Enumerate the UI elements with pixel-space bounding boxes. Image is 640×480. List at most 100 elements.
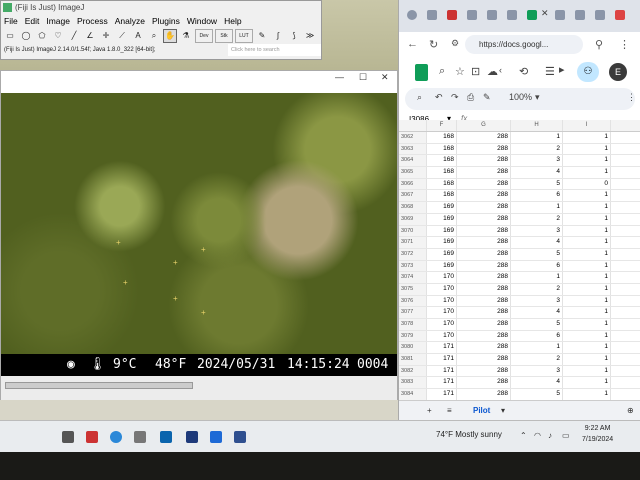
- polygon-tool-icon[interactable]: ⬠: [35, 29, 49, 43]
- cell-h[interactable]: 2: [511, 354, 563, 365]
- cell-i[interactable]: 1: [563, 389, 611, 400]
- cell-f[interactable]: 169: [427, 213, 457, 225]
- tab-icon[interactable]: [507, 10, 517, 20]
- cell-f[interactable]: 171: [427, 365, 457, 377]
- menu-plugins[interactable]: Plugins: [152, 14, 180, 28]
- cell-h[interactable]: 5: [511, 178, 563, 190]
- gmail-tab-icon[interactable]: [615, 10, 625, 20]
- column-header-i[interactable]: I: [563, 120, 611, 131]
- all-sheets-icon[interactable]: ≡: [447, 406, 452, 415]
- magnifier-tool-icon[interactable]: ⌕: [147, 29, 161, 43]
- cell-h[interactable]: 4: [511, 167, 563, 178]
- text-tool-icon[interactable]: A: [131, 29, 145, 43]
- cell-f[interactable]: 168: [427, 143, 457, 155]
- underwater-image[interactable]: + + + + + + ◉ 🌡 9°C 48°F 2024/05/31 14:1…: [1, 93, 397, 376]
- cell-g[interactable]: 288: [457, 167, 511, 178]
- cell-g[interactable]: 288: [457, 295, 511, 307]
- cell-g[interactable]: 288: [457, 202, 511, 213]
- cell-f[interactable]: 170: [427, 319, 457, 330]
- cell-h[interactable]: 3: [511, 155, 563, 167]
- url-field[interactable]: https://docs.googl...: [465, 35, 583, 54]
- cell-h[interactable]: 5: [511, 248, 563, 260]
- extensions-icon[interactable]: ⚲: [595, 38, 603, 51]
- clock[interactable]: 9:22 AM 7/19/2024: [582, 423, 613, 445]
- tab-icon[interactable]: [467, 10, 477, 20]
- more-tools-icon[interactable]: ≫: [303, 29, 317, 43]
- share-button[interactable]: ⚇: [577, 62, 599, 82]
- comment-icon[interactable]: ☰: [545, 65, 555, 78]
- cell-i[interactable]: 1: [563, 377, 611, 389]
- cell-f[interactable]: 168: [427, 167, 457, 178]
- cell-h[interactable]: 1: [511, 202, 563, 213]
- cell-h[interactable]: 4: [511, 237, 563, 248]
- cell-i[interactable]: 1: [563, 155, 611, 167]
- cell-f[interactable]: 169: [427, 237, 457, 248]
- cell-h[interactable]: 2: [511, 213, 563, 225]
- star-icon[interactable]: ☆: [455, 65, 465, 78]
- cell-i[interactable]: 1: [563, 319, 611, 330]
- menu-image[interactable]: Image: [46, 14, 70, 28]
- file-explorer-icon[interactable]: [62, 431, 74, 443]
- cell-i[interactable]: 1: [563, 237, 611, 248]
- tab-icon[interactable]: [427, 10, 437, 20]
- chevron-down-icon[interactable]: ▾: [535, 92, 540, 103]
- row-number[interactable]: 3079: [399, 330, 427, 342]
- tab-icon[interactable]: [527, 10, 537, 20]
- mcafee-icon[interactable]: [86, 431, 98, 443]
- volume-icon[interactable]: ♪: [548, 431, 552, 440]
- tab-icon[interactable]: [447, 10, 457, 20]
- sheet-tab-dropdown-icon[interactable]: ▾: [501, 406, 505, 415]
- cell-f[interactable]: 170: [427, 307, 457, 318]
- cell-g[interactable]: 288: [457, 132, 511, 143]
- cell-g[interactable]: 288: [457, 283, 511, 295]
- cell-f[interactable]: 170: [427, 272, 457, 283]
- cell-g[interactable]: 288: [457, 260, 511, 272]
- cell-i[interactable]: 0: [563, 178, 611, 190]
- row-number[interactable]: 3072: [399, 248, 427, 260]
- cell-h[interactable]: 3: [511, 365, 563, 377]
- tab-icon[interactable]: [575, 10, 585, 20]
- taskbar-app-icon[interactable]: [210, 431, 222, 443]
- mail-icon[interactable]: [160, 431, 172, 443]
- cell-g[interactable]: 288: [457, 155, 511, 167]
- cell-h[interactable]: 6: [511, 330, 563, 342]
- cell-i[interactable]: 1: [563, 190, 611, 202]
- cell-f[interactable]: 168: [427, 155, 457, 167]
- cell-g[interactable]: 288: [457, 307, 511, 318]
- collapse-icon[interactable]: ‹: [499, 65, 502, 75]
- tab-close-icon[interactable]: ✕: [541, 8, 549, 19]
- move-icon[interactable]: ⊡: [471, 65, 480, 78]
- cell-f[interactable]: 168: [427, 132, 457, 143]
- meet-icon[interactable]: ▸: [559, 63, 565, 76]
- cell-h[interactable]: 3: [511, 225, 563, 237]
- lut-button[interactable]: LUT: [235, 29, 253, 43]
- row-number[interactable]: 3084: [399, 389, 427, 400]
- history-icon[interactable]: ⟲: [519, 65, 528, 78]
- cell-i[interactable]: 1: [563, 213, 611, 225]
- tab-icon[interactable]: [595, 10, 605, 20]
- scroll-tool-icon[interactable]: ✋: [163, 29, 177, 43]
- row-number[interactable]: 3068: [399, 202, 427, 213]
- cell-i[interactable]: 1: [563, 143, 611, 155]
- menu-help[interactable]: Help: [224, 14, 241, 28]
- color-picker-icon[interactable]: ⚗: [179, 29, 193, 43]
- cell-f[interactable]: 171: [427, 354, 457, 365]
- cell-h[interactable]: 2: [511, 283, 563, 295]
- cell-g[interactable]: 288: [457, 272, 511, 283]
- row-number[interactable]: 3071: [399, 237, 427, 248]
- sheet-tab-pilot[interactable]: Pilot: [473, 406, 490, 415]
- profile-icon[interactable]: [407, 10, 417, 20]
- minimize-icon[interactable]: —: [335, 72, 344, 82]
- cell-i[interactable]: 1: [563, 167, 611, 178]
- corner-cell[interactable]: [399, 120, 427, 131]
- cell-f[interactable]: 169: [427, 202, 457, 213]
- cell-i[interactable]: 1: [563, 260, 611, 272]
- tray-chevron-icon[interactable]: ⌃: [520, 431, 527, 440]
- cell-h[interactable]: 4: [511, 307, 563, 318]
- cell-i[interactable]: 1: [563, 307, 611, 318]
- line-tool-icon[interactable]: ╱: [67, 29, 81, 43]
- dev-button[interactable]: Dev: [195, 29, 213, 43]
- more-options-icon[interactable]: ⋮: [627, 92, 636, 103]
- site-info-icon[interactable]: ⚙: [451, 38, 459, 49]
- cell-h[interactable]: 3: [511, 295, 563, 307]
